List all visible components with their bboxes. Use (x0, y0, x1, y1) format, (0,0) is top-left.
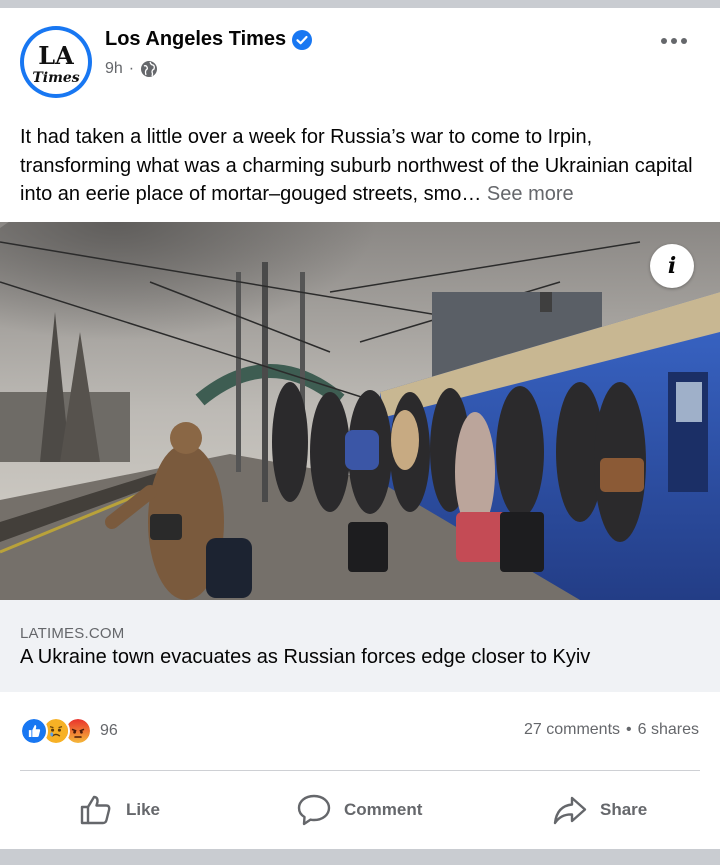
post-body: It had taken a little over a week for Ru… (20, 126, 693, 205)
feed-separator-top (0, 0, 720, 8)
page-avatar[interactable]: LA Times (20, 26, 92, 98)
more-dot (671, 38, 677, 44)
like-button[interactable]: Like (78, 790, 160, 830)
like-icon (20, 717, 48, 745)
post-photo[interactable] (0, 222, 720, 600)
info-icon[interactable]: i (650, 244, 694, 288)
reaction-count: 96 (100, 722, 118, 739)
post-text: It had taken a little over a week for Ru… (20, 123, 705, 209)
share-label: Share (600, 800, 648, 819)
meta-separator: · (128, 60, 135, 77)
divider (20, 770, 700, 771)
comment-icon (297, 794, 331, 826)
shares-count[interactable]: 6 shares (638, 721, 699, 739)
comments-count[interactable]: 27 comments (524, 721, 620, 739)
action-bar: Like Comment Share (0, 782, 720, 838)
post-timestamp[interactable]: 9h (105, 60, 123, 78)
like-label: Like (126, 800, 161, 819)
comment-button[interactable]: Comment (296, 790, 422, 830)
count-separator: • (626, 721, 632, 738)
svg-text:Times: Times (32, 70, 79, 86)
more-dot (681, 38, 687, 44)
photo-image (0, 222, 720, 600)
reactions-summary[interactable]: 96 (20, 717, 118, 745)
link-domain: LATIMES.COM (20, 625, 125, 642)
share-button[interactable]: Share (552, 790, 647, 830)
verified-badge-icon (292, 29, 313, 50)
thumbs-up-icon (80, 795, 111, 825)
comment-label: Comment (344, 800, 423, 819)
more-options-button[interactable] (656, 28, 692, 54)
see-more-link[interactable]: See more (487, 183, 574, 205)
share-icon (553, 796, 587, 825)
link-preview-card[interactable]: LATIMES.COM A Ukraine town evacuates as … (0, 600, 720, 692)
more-dot (661, 38, 667, 44)
feed-separator-bottom (0, 849, 720, 865)
link-title: A Ukraine town evacuates as Russian forc… (20, 646, 591, 668)
la-times-logo: LA Times (24, 30, 88, 94)
page-name[interactable]: Los Angeles Times (105, 28, 286, 51)
svg-text:LA: LA (38, 41, 74, 70)
globe-icon (141, 61, 158, 77)
engagement-counts: 27 comments • 6 shares (524, 721, 699, 739)
